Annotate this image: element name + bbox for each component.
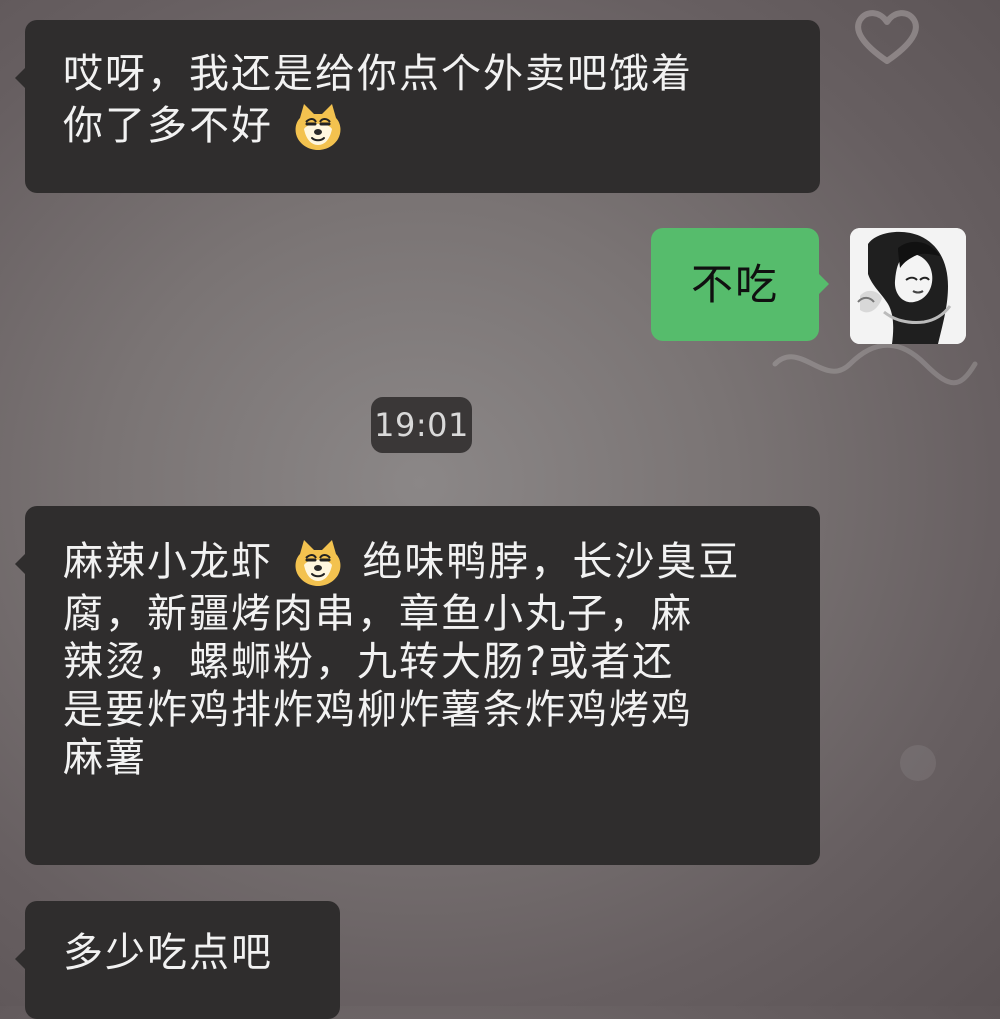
message-line: 哎呀，我还是给你点个外卖吧饿着 [63, 48, 784, 98]
message-text: 麻薯 [63, 735, 147, 781]
timestamp-badge: 19:01 [371, 397, 472, 453]
message-text: 不吃 [690, 259, 779, 309]
message-text: 是要炸鸡排炸鸡柳炸薯条炸鸡烤鸡 [63, 687, 693, 733]
incoming-message-2[interactable]: 麻辣小龙虾 绝味鸭脖，长沙臭豆 腐，新疆烤肉串，章鱼小丸子，麻 辣烫，螺蛳粉，九… [15, 506, 820, 865]
doge-face-icon [290, 534, 346, 590]
message-line: 腐，新疆烤肉串，章鱼小丸子，麻 [63, 590, 784, 638]
message-line: 辣烫，螺蛳粉，九转大肠?或者还 [63, 638, 784, 686]
incoming-message-3[interactable]: 多少吃点吧 [15, 901, 340, 1019]
message-text: 麻辣小龙虾 [63, 539, 273, 585]
chat-area: 哎呀，我还是给你点个外卖吧饿着 你了多不好 不吃 19:01 麻辣小龙虾 绝味鸭… [0, 0, 1000, 1019]
avatar[interactable] [850, 228, 966, 344]
incoming-message-1[interactable]: 哎呀，我还是给你点个外卖吧饿着 你了多不好 [15, 20, 820, 193]
message-text: 绝味鸭脖，长沙臭豆 [362, 539, 741, 585]
message-line: 麻辣小龙虾 绝味鸭脖，长沙臭豆 [63, 534, 784, 590]
message-line: 麻薯 [63, 734, 784, 782]
message-line: 是要炸鸡排炸鸡柳炸薯条炸鸡烤鸡 [63, 686, 784, 734]
timestamp-text: 19:01 [374, 406, 469, 444]
message-text: 辣烫，螺蛳粉，九转大肠?或者还 [63, 639, 675, 685]
doge-face-icon [290, 98, 346, 154]
outgoing-message-1[interactable]: 不吃 [651, 228, 829, 341]
message-text: 腐，新疆烤肉串，章鱼小丸子，麻 [63, 591, 693, 637]
message-text: 多少吃点吧 [63, 930, 273, 976]
message-text: 你了多不好 [63, 103, 273, 149]
message-line: 你了多不好 [63, 98, 784, 154]
message-text: 哎呀，我还是给你点个外卖吧饿着 [63, 51, 693, 97]
